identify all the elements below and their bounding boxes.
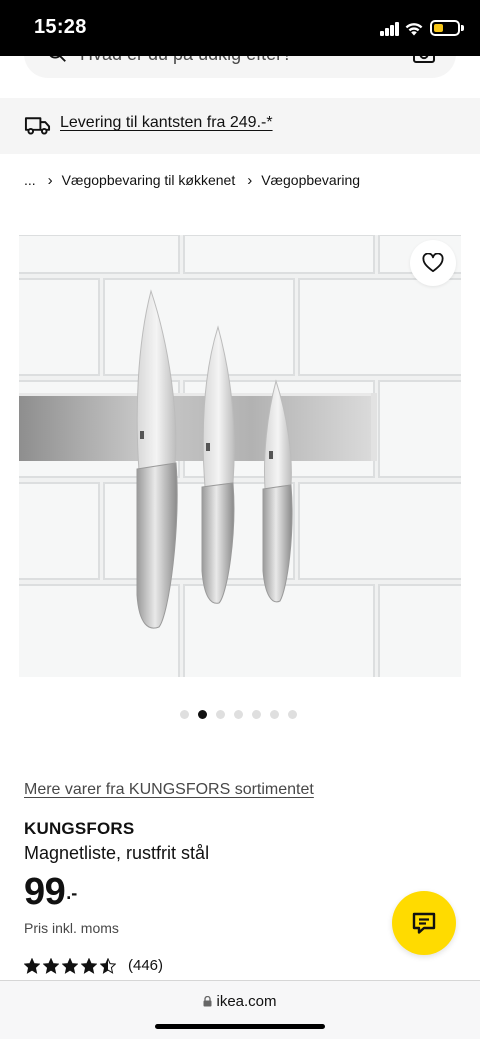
gallery-dot[interactable] [288, 710, 297, 719]
chat-icon [412, 912, 436, 934]
gallery-dot[interactable] [180, 710, 189, 719]
range-link[interactable]: Mere varer fra KUNGSFORS sortimentet [24, 781, 314, 799]
cellular-signal-icon [380, 22, 400, 36]
breadcrumb-item-kitchen-wall-storage[interactable]: Vægopbevaring til køkkenet [62, 172, 236, 188]
product-page: 15:28 Hvad er du på udkig efter? [0, 0, 480, 1039]
search-icon [49, 56, 66, 62]
price-note: Pris inkl. moms [24, 920, 119, 936]
status-bar: 15:28 [0, 0, 480, 56]
breadcrumb-separator-icon: › [247, 171, 253, 189]
status-time: 15:28 [34, 16, 87, 38]
delivery-banner[interactable]: Levering til kantsten fra 249.-* [0, 98, 480, 154]
gallery-dot[interactable] [252, 710, 261, 719]
truck-icon [24, 117, 51, 135]
url-text: ikea.com [216, 993, 277, 1010]
battery-cap [461, 25, 464, 31]
product-price: 99.- [24, 871, 77, 914]
search-placeholder: Hvad er du på udkig efter? [80, 56, 292, 65]
product-image[interactable] [19, 235, 461, 677]
product-description: Magnetliste, rustfrit stål [24, 843, 210, 863]
gallery-dot[interactable] [198, 710, 207, 719]
rating-stars [24, 957, 116, 974]
wifi-icon [405, 23, 423, 36]
star-full-icon [43, 957, 59, 974]
star-full-icon [62, 957, 78, 974]
gallery-pagination[interactable] [180, 710, 297, 719]
star-half-icon [100, 957, 116, 974]
gallery-dot[interactable] [270, 710, 279, 719]
breadcrumb-item-wall-storage[interactable]: Vægopbevaring [261, 172, 360, 188]
price-integer: 99 [24, 871, 66, 913]
product-name: KUNGSFORS [24, 819, 135, 838]
chat-button[interactable] [392, 891, 456, 955]
product-rating[interactable]: (446) [24, 957, 163, 974]
breadcrumb: ... › Vægopbevaring til køkkenet › Vægop… [24, 170, 360, 190]
delivery-link[interactable]: Levering til kantsten fra 249.-* [60, 114, 273, 132]
breadcrumb-separator-icon: › [47, 171, 53, 189]
favorite-button[interactable] [410, 240, 456, 286]
home-indicator[interactable] [155, 1024, 325, 1029]
search-input[interactable]: Hvad er du på udkig efter? [24, 56, 456, 78]
url-display[interactable]: ikea.com [0, 993, 480, 1010]
rating-count: (446) [128, 957, 164, 974]
search-area: Hvad er du på udkig efter? [0, 56, 480, 96]
browser-address-bar[interactable]: ikea.com [0, 980, 480, 1039]
gallery-dot[interactable] [216, 710, 225, 719]
star-full-icon [24, 957, 40, 974]
price-decimal: .- [66, 883, 78, 903]
battery-icon [430, 20, 460, 36]
product-photo [19, 235, 461, 677]
camera-icon[interactable] [412, 56, 436, 64]
gallery-dot[interactable] [234, 710, 243, 719]
lock-icon [203, 996, 212, 1007]
breadcrumb-item-more[interactable]: ... [24, 172, 36, 188]
heart-icon [422, 253, 444, 273]
star-full-icon [81, 957, 97, 974]
